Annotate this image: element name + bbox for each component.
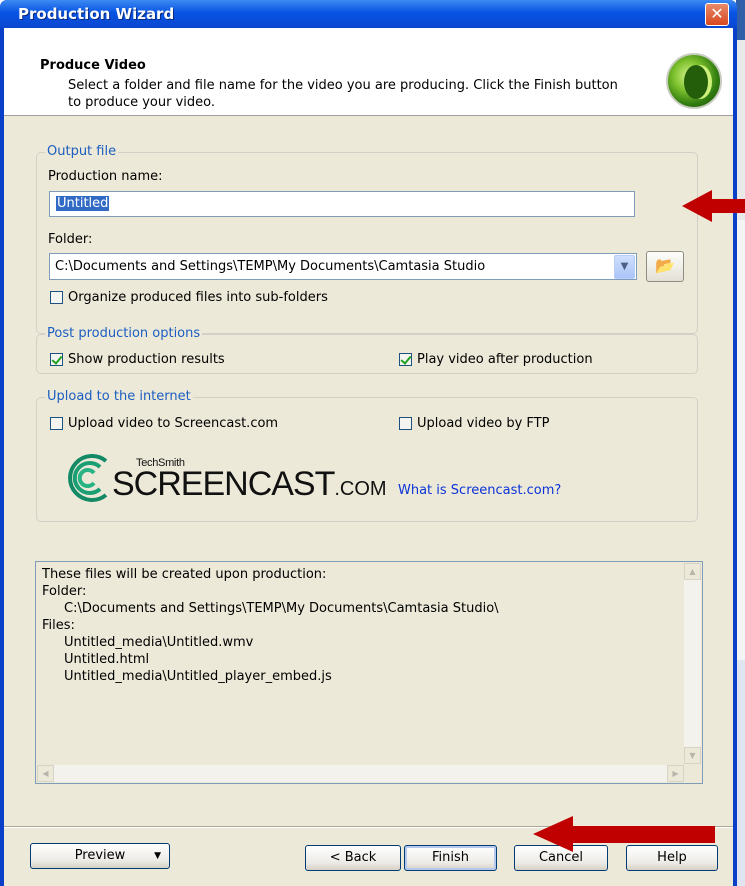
organize-subfolders-checkbox[interactable]: Organize produced files into sub-folders: [50, 290, 328, 305]
post-production-legend: Post production options: [45, 326, 203, 341]
preview-label: Preview: [74, 848, 126, 863]
files-intro-text: These files will be created upon product…: [42, 567, 327, 582]
upload-ftp-checkbox[interactable]: Upload video by FTP: [399, 416, 549, 431]
browse-folder-button[interactable]: 📂: [646, 251, 684, 282]
back-button[interactable]: < Back: [305, 845, 401, 871]
chevron-down-icon[interactable]: ▼: [614, 255, 635, 279]
camtasia-logo-icon: [666, 53, 722, 109]
wizard-header: Produce Video Select a folder and file n…: [4, 28, 733, 116]
organize-subfolders-label: Organize produced files into sub-folders: [68, 290, 328, 305]
scroll-up-icon[interactable]: ▲: [684, 563, 701, 580]
scroll-left-icon[interactable]: ◀: [37, 765, 54, 782]
folder-label: Folder:: [48, 232, 93, 247]
scroll-right-icon[interactable]: ▶: [667, 765, 684, 782]
upload-ftp-label: Upload video by FTP: [417, 416, 550, 431]
production-name-input[interactable]: Untitled: [49, 191, 635, 217]
file-entry: Untitled_media\Untitled_player_embed.js: [64, 669, 332, 684]
chevron-down-icon: ▼: [154, 851, 161, 861]
annotation-arrow-icon: [682, 190, 745, 222]
finish-button[interactable]: Finish: [404, 845, 497, 871]
checkbox-box[interactable]: [399, 353, 412, 366]
desktop-background: [736, 0, 745, 886]
production-wizard-window: Production Wizard ✕ Produce Video Select…: [0, 0, 737, 886]
files-list-label: Files:: [42, 618, 75, 633]
production-name-label: Production name:: [48, 169, 163, 184]
horizontal-scrollbar[interactable]: ◀ ▶: [37, 765, 684, 782]
page-description: Select a folder and file name for the vi…: [68, 78, 618, 110]
open-folder-icon: 📂: [655, 256, 675, 275]
close-button[interactable]: ✕: [705, 3, 729, 26]
play-video-checkbox[interactable]: Play video after production: [399, 352, 593, 367]
upload-legend: Upload to the internet: [45, 389, 193, 404]
show-results-label: Show production results: [68, 352, 225, 367]
page-title: Produce Video: [40, 58, 146, 73]
vertical-scrollbar[interactable]: ▲ ▼: [684, 563, 701, 764]
screencast-logo: TechSmith SCREENCAST.COM: [56, 453, 387, 503]
dialog-body: Produce Video Select a folder and file n…: [4, 28, 733, 886]
files-folder-label: Folder:: [42, 584, 87, 599]
production-name-value: Untitled: [56, 196, 110, 211]
files-folder-path: C:\Documents and Settings\TEMP\My Docume…: [64, 601, 499, 616]
screencast-wordmark: SCREENCAST.COM: [112, 465, 387, 503]
what-is-screencast-link[interactable]: What is Screencast.com?: [398, 483, 561, 498]
upload-screencast-checkbox[interactable]: Upload video to Screencast.com: [50, 416, 278, 431]
upload-screencast-label: Upload video to Screencast.com: [68, 416, 279, 431]
title-bar[interactable]: Production Wizard ✕: [0, 0, 737, 28]
checkbox-box[interactable]: [399, 417, 412, 430]
files-info-pane[interactable]: These files will be created upon product…: [35, 561, 703, 784]
scroll-down-icon[interactable]: ▼: [684, 747, 701, 764]
screencast-waves-icon: [68, 454, 108, 502]
preview-button[interactable]: Preview ▼: [30, 843, 170, 869]
file-entry: Untitled.html: [64, 652, 150, 667]
show-results-checkbox[interactable]: Show production results: [50, 352, 225, 367]
window-title: Production Wizard: [18, 5, 175, 23]
checkbox-box[interactable]: [50, 291, 63, 304]
folder-dropdown[interactable]: C:\Documents and Settings\TEMP\My Docume…: [49, 253, 637, 280]
folder-value: C:\Documents and Settings\TEMP\My Docume…: [55, 259, 486, 274]
checkbox-box[interactable]: [50, 353, 63, 366]
file-entry: Untitled_media\Untitled.wmv: [64, 635, 254, 650]
annotation-arrow-icon: [533, 816, 715, 852]
checkbox-box[interactable]: [50, 417, 63, 430]
play-video-label: Play video after production: [417, 352, 593, 367]
output-file-legend: Output file: [45, 144, 119, 159]
